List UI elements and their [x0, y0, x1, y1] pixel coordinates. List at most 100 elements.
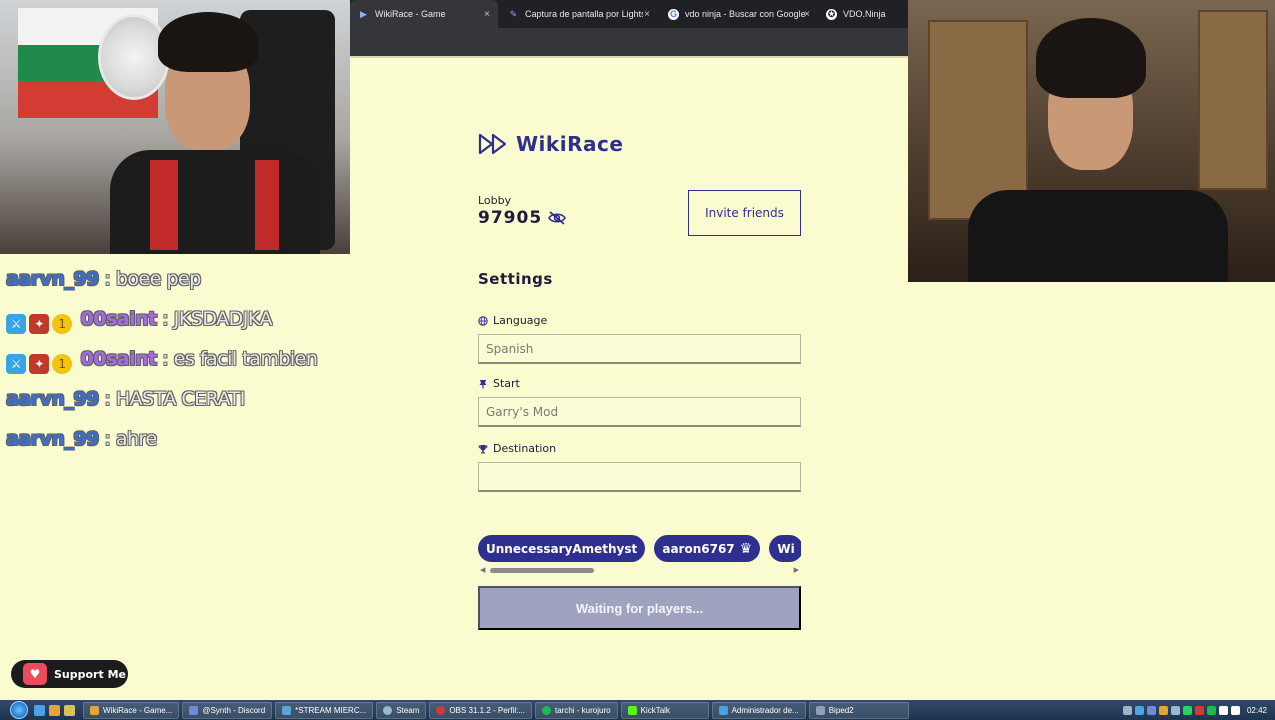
- scroll-left-arrow-icon[interactable]: ◀: [480, 566, 485, 574]
- spotify-icon: [542, 705, 551, 715]
- wikirace-logo: WikiRace: [478, 132, 623, 156]
- taskbar-item-label: OBS 31.1.2 - Perfil:...: [449, 705, 525, 715]
- chat-separator: :: [156, 348, 174, 370]
- sub-badge-icon: ✦: [29, 314, 49, 334]
- folder-icon[interactable]: [64, 704, 75, 716]
- destination-label-text: Destination: [493, 442, 557, 455]
- taskbar-item-steam[interactable]: Steam: [376, 701, 427, 719]
- tab-label: Captura de pantalla por Lightsh: [525, 9, 643, 19]
- tab-lightshot[interactable]: ✎ Captura de pantalla por Lightsh ×: [500, 0, 658, 28]
- support-me-button[interactable]: ♥ Support Me: [11, 660, 128, 688]
- close-icon[interactable]: ×: [644, 9, 650, 20]
- streamer-webcam-left: [0, 0, 350, 254]
- player-list[interactable]: UnnecessaryAmethyst aaron6767 ♛ Wi: [478, 535, 801, 565]
- tray-spotify-icon[interactable]: [1206, 705, 1216, 715]
- tab-google-search[interactable]: G vdo ninja - Buscar con Google ×: [660, 0, 818, 28]
- tab-label: WikiRace - Game: [375, 9, 446, 19]
- chat-message: ⚔ ✦ 1 00saint : JKSDADJKA: [6, 302, 336, 336]
- tab-label: VDO.Ninja: [843, 9, 886, 19]
- streamer-hair: [158, 12, 258, 72]
- settings-title: Settings: [478, 270, 553, 288]
- globe-icon: [478, 315, 488, 326]
- tray-app-icon[interactable]: [1134, 705, 1144, 715]
- taskbar-item-label: tarchi - kurojuro: [555, 705, 611, 715]
- tray-whatsapp-icon[interactable]: [1182, 705, 1192, 715]
- clock[interactable]: 02:42: [1247, 706, 1267, 715]
- chat-text: JKSDADJKA: [173, 308, 273, 330]
- wikirace-page: WikiRace Lobby 97905 Invite friends Sett…: [350, 56, 908, 700]
- wikirace-icon: ▶: [360, 8, 367, 19]
- chat-message: ⚔ ✦ 1 00saint : es facil tambien: [6, 342, 336, 376]
- taskbar-item-label: @Synth - Discord: [202, 705, 266, 715]
- scroll-thumb[interactable]: [490, 568, 594, 573]
- lobby-code-value: 97905: [478, 208, 543, 228]
- task-manager-icon: [718, 705, 728, 715]
- taskbar-item-wikirace[interactable]: WikiRace - Game...: [83, 701, 180, 719]
- taskbar-item-biped[interactable]: Biped2: [808, 701, 909, 719]
- taskbar-item-obs[interactable]: OBS 31.1.2 - Perfil:...: [429, 701, 532, 719]
- stream-chat-overlay: aarvn_99 : boee pep ⚔ ✦ 1 00saint : JKSDAD…: [6, 262, 336, 462]
- shirt-stripe: [150, 160, 178, 250]
- player-name: Wi: [777, 541, 795, 556]
- tray-volume-icon[interactable]: [1230, 705, 1240, 715]
- shirt-stripe: [255, 160, 279, 250]
- player-name: aaron6767: [662, 541, 735, 556]
- pin-icon: [479, 379, 487, 388]
- crown-icon: ♛: [739, 540, 753, 557]
- moderator-badge-icon: ⚔: [6, 354, 26, 374]
- tray-settings-icon[interactable]: [1122, 705, 1132, 715]
- player-list-scrollbar[interactable]: ◀ ▶: [478, 566, 801, 574]
- browser-tab-bar: ▶ WikiRace - Game × ✎ Captura de pantall…: [350, 0, 908, 28]
- taskbar-item-label: Steam: [396, 705, 420, 715]
- taskbar-item-label: KickTalk: [640, 705, 670, 715]
- chrome-icon[interactable]: [49, 704, 60, 716]
- chat-message: aarvn_99 : ahre: [6, 422, 336, 456]
- tray-chrome-icon[interactable]: [1158, 705, 1168, 715]
- taskbar-item-kicktalk[interactable]: KickTalk: [620, 701, 709, 719]
- eye-off-icon[interactable]: [548, 211, 567, 225]
- chat-text: es facil tambien: [173, 348, 318, 370]
- chat-separator: :: [156, 308, 174, 330]
- taskbar-item-label: WikiRace - Game...: [103, 705, 173, 715]
- invite-friends-button[interactable]: Invite friends: [688, 190, 801, 236]
- shelf-decoration: [1198, 10, 1268, 190]
- explorer-icon[interactable]: [34, 704, 45, 716]
- windows-taskbar: WikiRace - Game... @Synth - Discord *STR…: [0, 700, 1275, 720]
- tray-discord-icon[interactable]: [1146, 705, 1156, 715]
- steam-icon: [383, 705, 393, 715]
- start-input[interactable]: Garry's Mod: [478, 397, 801, 427]
- chat-username: aarvn_99: [6, 388, 99, 410]
- scroll-right-arrow-icon[interactable]: ▶: [794, 566, 799, 574]
- destination-input[interactable]: [478, 462, 801, 492]
- support-label: Support Me: [54, 667, 126, 681]
- chat-message: aarvn_99 : boee pep: [6, 262, 336, 296]
- start-button-icon[interactable]: [10, 701, 28, 719]
- tab-wikirace[interactable]: ▶ WikiRace - Game ×: [350, 0, 498, 28]
- tab-label: vdo ninja - Buscar con Google: [685, 9, 806, 19]
- taskbar-item-spotify[interactable]: tarchi - kurojuro: [535, 701, 618, 719]
- browser-toolbar: [350, 28, 908, 56]
- tray-network-icon[interactable]: [1218, 705, 1228, 715]
- streamer-hair: [1036, 18, 1146, 98]
- chat-message: aarvn_99 : HASTA CERATI: [6, 382, 336, 416]
- player-chip-host: aaron6767 ♛: [654, 535, 761, 562]
- heart-icon: ♥: [23, 663, 47, 685]
- obs-icon: [436, 705, 446, 715]
- chat-username: aarvn_99: [6, 428, 99, 450]
- tab-vdo-ninja[interactable]: ✪ VDO.Ninja: [818, 0, 908, 28]
- coin-badge-icon: 1: [52, 354, 72, 374]
- taskbar-item-label: Administrador de...: [731, 705, 799, 715]
- close-icon[interactable]: ×: [804, 9, 810, 20]
- moderator-badge-icon: ⚔: [6, 314, 26, 334]
- player-name: UnnecessaryAmethyst: [486, 541, 638, 556]
- streamer-webcam-right: [908, 0, 1275, 282]
- tray-steam-icon[interactable]: [1170, 705, 1180, 715]
- kicktalk-icon: [627, 705, 637, 715]
- tray-obs-icon[interactable]: [1194, 705, 1204, 715]
- taskbar-item-discord[interactable]: @Synth - Discord: [182, 701, 273, 719]
- taskbar-item-stream-notes[interactable]: *STREAM MIERC...: [275, 701, 374, 719]
- close-icon[interactable]: ×: [484, 9, 490, 20]
- language-select[interactable]: Spanish: [478, 334, 801, 364]
- system-tray: 02:42: [1122, 705, 1275, 715]
- taskbar-item-admin[interactable]: Administrador de...: [711, 701, 806, 719]
